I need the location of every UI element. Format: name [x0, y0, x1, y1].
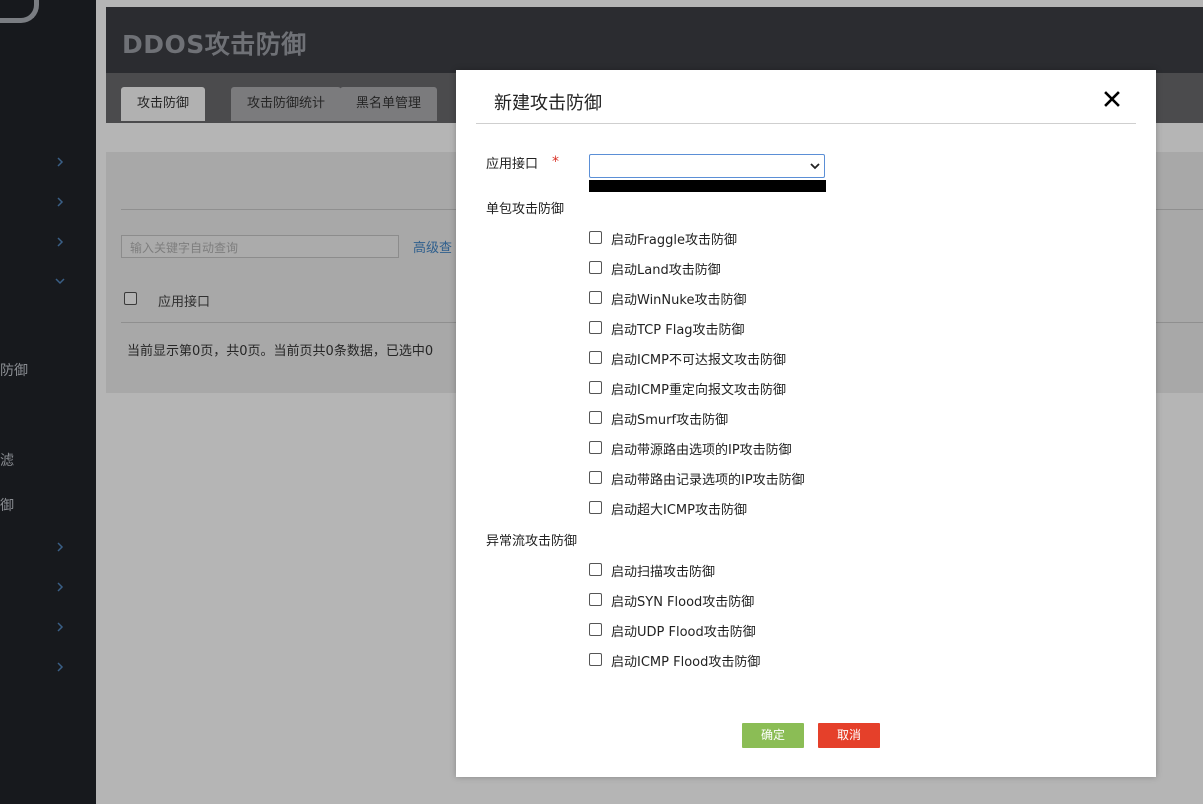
- checkbox[interactable]: [589, 351, 602, 364]
- checkbox-label: 启动UDP Flood攻击防御: [611, 625, 756, 640]
- close-icon[interactable]: [1101, 88, 1123, 110]
- chevron-down-icon[interactable]: [55, 277, 65, 285]
- checkbox[interactable]: [589, 411, 602, 424]
- advanced-search-link[interactable]: 高级查: [413, 237, 452, 256]
- abnormal-flow-label: 异常流攻击防御: [486, 534, 578, 549]
- checkbox-label: 启动WinNuke攻击防御: [611, 293, 747, 308]
- chevron-right-icon[interactable]: [56, 542, 64, 552]
- search-input[interactable]: 输入关键字自动查询: [121, 235, 399, 258]
- checkbox-label: 启动Land攻击防御: [611, 263, 721, 278]
- checkbox[interactable]: [589, 563, 602, 576]
- interface-dropdown-list[interactable]: [589, 180, 826, 192]
- checkbox-label: 启动SYN Flood攻击防御: [611, 595, 755, 610]
- checkbox[interactable]: [589, 653, 602, 666]
- checkbox[interactable]: [589, 441, 602, 454]
- chevron-right-icon[interactable]: [56, 197, 64, 207]
- checkbox-label: 启动ICMP Flood攻击防御: [611, 655, 761, 670]
- checkbox-label: 启动带路由记录选项的IP攻击防御: [611, 473, 805, 488]
- checkbox-label: 启动Smurf攻击防御: [611, 413, 729, 428]
- page-title: DDOS攻击防御: [122, 30, 307, 59]
- checkbox-label: 启动Fraggle攻击防御: [611, 233, 737, 248]
- column-header-interface: 应用接口: [158, 295, 211, 310]
- checkbox[interactable]: [589, 231, 602, 244]
- page-header: DDOS攻击防御: [106, 7, 1203, 73]
- logo: [0, 0, 39, 23]
- new-attack-defense-dialog: 新建攻击防御 应用接口 * 单包攻击防御 启动Fraggle攻击防御 启动Lan…: [456, 70, 1156, 777]
- checkbox-label: 启动ICMP重定向报文攻击防御: [611, 383, 786, 398]
- sidebar-item-filter[interactable]: 滤: [0, 450, 14, 470]
- checkbox[interactable]: [589, 501, 602, 514]
- pagination-status: 当前显示第0页，共0页。当前页共0条数据，已选中0: [127, 344, 434, 359]
- interface-select[interactable]: [589, 154, 825, 178]
- chevron-down-icon: [810, 163, 820, 170]
- tab-attack-defense[interactable]: 攻击防御: [121, 87, 206, 121]
- checkbox[interactable]: [589, 381, 602, 394]
- required-mark: *: [552, 154, 559, 170]
- checkbox[interactable]: [589, 623, 602, 636]
- checkbox[interactable]: [589, 291, 602, 304]
- checkbox[interactable]: [589, 261, 602, 274]
- checkbox[interactable]: [589, 321, 602, 334]
- chevron-right-icon[interactable]: [56, 237, 64, 247]
- interface-label: 应用接口: [486, 157, 539, 172]
- chevron-right-icon[interactable]: [56, 622, 64, 632]
- chevron-right-icon[interactable]: [56, 157, 64, 167]
- checkbox[interactable]: [589, 471, 602, 484]
- checkbox[interactable]: [589, 593, 602, 606]
- checkbox-label: 启动ICMP不可达报文攻击防御: [611, 353, 786, 368]
- confirm-button[interactable]: 确定: [742, 723, 804, 748]
- chevron-right-icon[interactable]: [56, 582, 64, 592]
- sidebar-item-guard[interactable]: 御: [0, 495, 14, 515]
- checkbox-label: 启动扫描攻击防御: [611, 565, 716, 580]
- checkbox-label: 启动TCP Flag攻击防御: [611, 323, 745, 338]
- divider: [476, 123, 1136, 124]
- tab-attack-stats[interactable]: 攻击防御统计: [231, 87, 342, 121]
- select-all-checkbox[interactable]: [124, 292, 137, 305]
- sidebar: 防御 滤 御: [0, 0, 96, 804]
- sidebar-item-defense[interactable]: 防御: [0, 360, 28, 380]
- cancel-button[interactable]: 取消: [818, 723, 880, 748]
- dialog-title: 新建攻击防御: [494, 93, 602, 114]
- checkbox-label: 启动带源路由选项的IP攻击防御: [611, 443, 792, 458]
- tab-blacklist[interactable]: 黑名单管理: [340, 87, 438, 121]
- checkbox-label: 启动超大ICMP攻击防御: [611, 503, 747, 518]
- single-packet-label: 单包攻击防御: [486, 202, 565, 217]
- chevron-right-icon[interactable]: [56, 662, 64, 672]
